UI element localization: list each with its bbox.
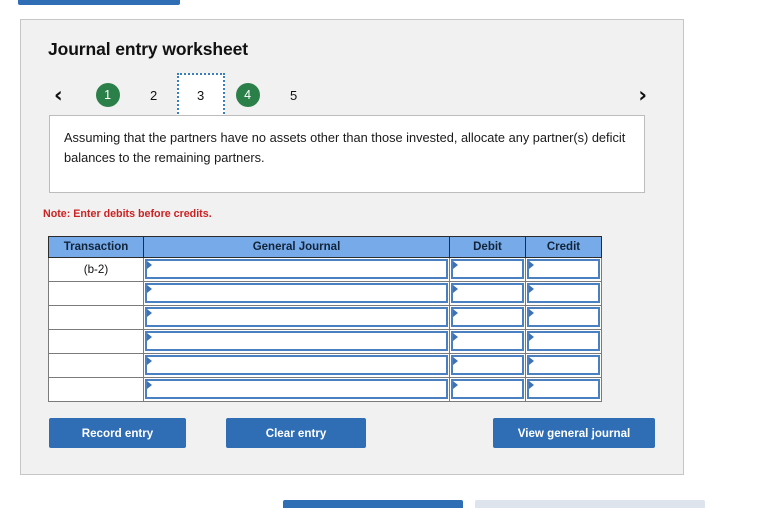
- debit-input-6[interactable]: [449, 377, 526, 402]
- table-row: [48, 281, 602, 306]
- transaction-cell-6: [48, 377, 144, 402]
- step-3-label: 3: [197, 87, 205, 103]
- bottom-primary-button[interactable]: [283, 500, 463, 508]
- dropdown-caret-icon: [147, 261, 152, 269]
- step-1-label: 1: [95, 83, 120, 107]
- dropdown-caret-icon: [147, 381, 152, 389]
- question-prompt: Assuming that the partners have no asset…: [49, 115, 645, 193]
- debit-field-4[interactable]: [451, 331, 524, 351]
- credit-input-3[interactable]: [525, 305, 602, 330]
- step-2-label: 2: [150, 87, 158, 103]
- dropdown-caret-icon: [529, 309, 534, 317]
- dropdown-caret-icon: [453, 309, 458, 317]
- dropdown-caret-icon: [453, 333, 458, 341]
- column-header-credit: Credit: [525, 236, 602, 258]
- dropdown-caret-icon: [529, 285, 534, 293]
- general-journal-field-6[interactable]: [145, 379, 448, 399]
- view-general-journal-button[interactable]: View general journal: [493, 418, 655, 448]
- column-header-general-journal: General Journal: [143, 236, 450, 258]
- debit-input-5[interactable]: [449, 353, 526, 378]
- debit-field-2[interactable]: [451, 283, 524, 303]
- dropdown-caret-icon: [529, 381, 534, 389]
- step-5-label: 5: [290, 87, 298, 103]
- dropdown-caret-icon: [147, 309, 152, 317]
- dropdown-caret-icon: [453, 285, 458, 293]
- step-list: 1 2 3 4 5: [85, 72, 317, 118]
- debit-field-3[interactable]: [451, 307, 524, 327]
- top-cutoff-button[interactable]: [18, 0, 180, 5]
- credit-field-5[interactable]: [527, 355, 600, 375]
- general-journal-input-6[interactable]: [143, 377, 450, 402]
- dropdown-caret-icon: [147, 333, 152, 341]
- general-journal-field-5[interactable]: [145, 355, 448, 375]
- dropdown-caret-icon: [453, 357, 458, 365]
- column-header-debit: Debit: [449, 236, 526, 258]
- debit-input-4[interactable]: [449, 329, 526, 354]
- table-row: [48, 305, 602, 330]
- credit-field-1[interactable]: [527, 259, 600, 279]
- dropdown-caret-icon: [147, 357, 152, 365]
- transaction-cell-5: [48, 353, 144, 378]
- bottom-secondary-button[interactable]: [475, 500, 705, 508]
- next-step-icon[interactable]: ›: [638, 84, 647, 106]
- debit-input-3[interactable]: [449, 305, 526, 330]
- journal-entry-table: Transaction General Journal Debit Credit…: [48, 236, 602, 402]
- previous-step-icon[interactable]: ‹: [54, 84, 63, 106]
- general-journal-input-1[interactable]: [143, 257, 450, 282]
- table-row: [48, 377, 602, 402]
- transaction-cell-4: [48, 329, 144, 354]
- dropdown-caret-icon: [529, 261, 534, 269]
- general-journal-field-1[interactable]: [145, 259, 448, 279]
- dropdown-caret-icon: [453, 261, 458, 269]
- step-3[interactable]: 3: [176, 73, 225, 117]
- debit-input-1[interactable]: [449, 257, 526, 282]
- worksheet-panel: Journal entry worksheet ‹ 1 2 3 4 5 › As…: [20, 19, 684, 475]
- general-journal-input-4[interactable]: [143, 329, 450, 354]
- dropdown-caret-icon: [529, 333, 534, 341]
- debit-field-6[interactable]: [451, 379, 524, 399]
- table-header-row: Transaction General Journal Debit Credit: [48, 236, 602, 258]
- table-row: [48, 353, 602, 378]
- dropdown-caret-icon: [529, 357, 534, 365]
- general-journal-field-4[interactable]: [145, 331, 448, 351]
- transaction-cell-2: [48, 281, 144, 306]
- record-entry-button[interactable]: Record entry: [49, 418, 186, 448]
- credit-input-6[interactable]: [525, 377, 602, 402]
- credit-input-5[interactable]: [525, 353, 602, 378]
- general-journal-field-2[interactable]: [145, 283, 448, 303]
- debit-field-5[interactable]: [451, 355, 524, 375]
- general-journal-field-3[interactable]: [145, 307, 448, 327]
- step-4-label: 4: [235, 83, 260, 107]
- page-root: Journal entry worksheet ‹ 1 2 3 4 5 › As…: [0, 0, 761, 508]
- credit-field-4[interactable]: [527, 331, 600, 351]
- table-body: (b-2): [48, 257, 602, 402]
- credit-input-4[interactable]: [525, 329, 602, 354]
- credit-field-3[interactable]: [527, 307, 600, 327]
- credit-input-2[interactable]: [525, 281, 602, 306]
- transaction-cell-1: (b-2): [48, 257, 144, 282]
- transaction-cell-3: [48, 305, 144, 330]
- clear-entry-button[interactable]: Clear entry: [226, 418, 366, 448]
- step-4[interactable]: 4: [225, 72, 271, 118]
- credit-input-1[interactable]: [525, 257, 602, 282]
- page-title: Journal entry worksheet: [48, 39, 248, 59]
- general-journal-input-3[interactable]: [143, 305, 450, 330]
- debit-input-2[interactable]: [449, 281, 526, 306]
- general-journal-input-5[interactable]: [143, 353, 450, 378]
- step-1[interactable]: 1: [85, 72, 131, 118]
- step-2[interactable]: 2: [131, 72, 177, 118]
- table-row: (b-2): [48, 257, 602, 282]
- column-header-transaction: Transaction: [48, 236, 144, 258]
- credit-field-6[interactable]: [527, 379, 600, 399]
- table-row: [48, 329, 602, 354]
- step-5[interactable]: 5: [271, 72, 317, 118]
- dropdown-caret-icon: [147, 285, 152, 293]
- debits-before-credits-note: Note: Enter debits before credits.: [43, 208, 212, 220]
- credit-field-2[interactable]: [527, 283, 600, 303]
- dropdown-caret-icon: [453, 381, 458, 389]
- worksheet-stepper: ‹ 1 2 3 4 5 ›: [37, 72, 669, 118]
- general-journal-input-2[interactable]: [143, 281, 450, 306]
- debit-field-1[interactable]: [451, 259, 524, 279]
